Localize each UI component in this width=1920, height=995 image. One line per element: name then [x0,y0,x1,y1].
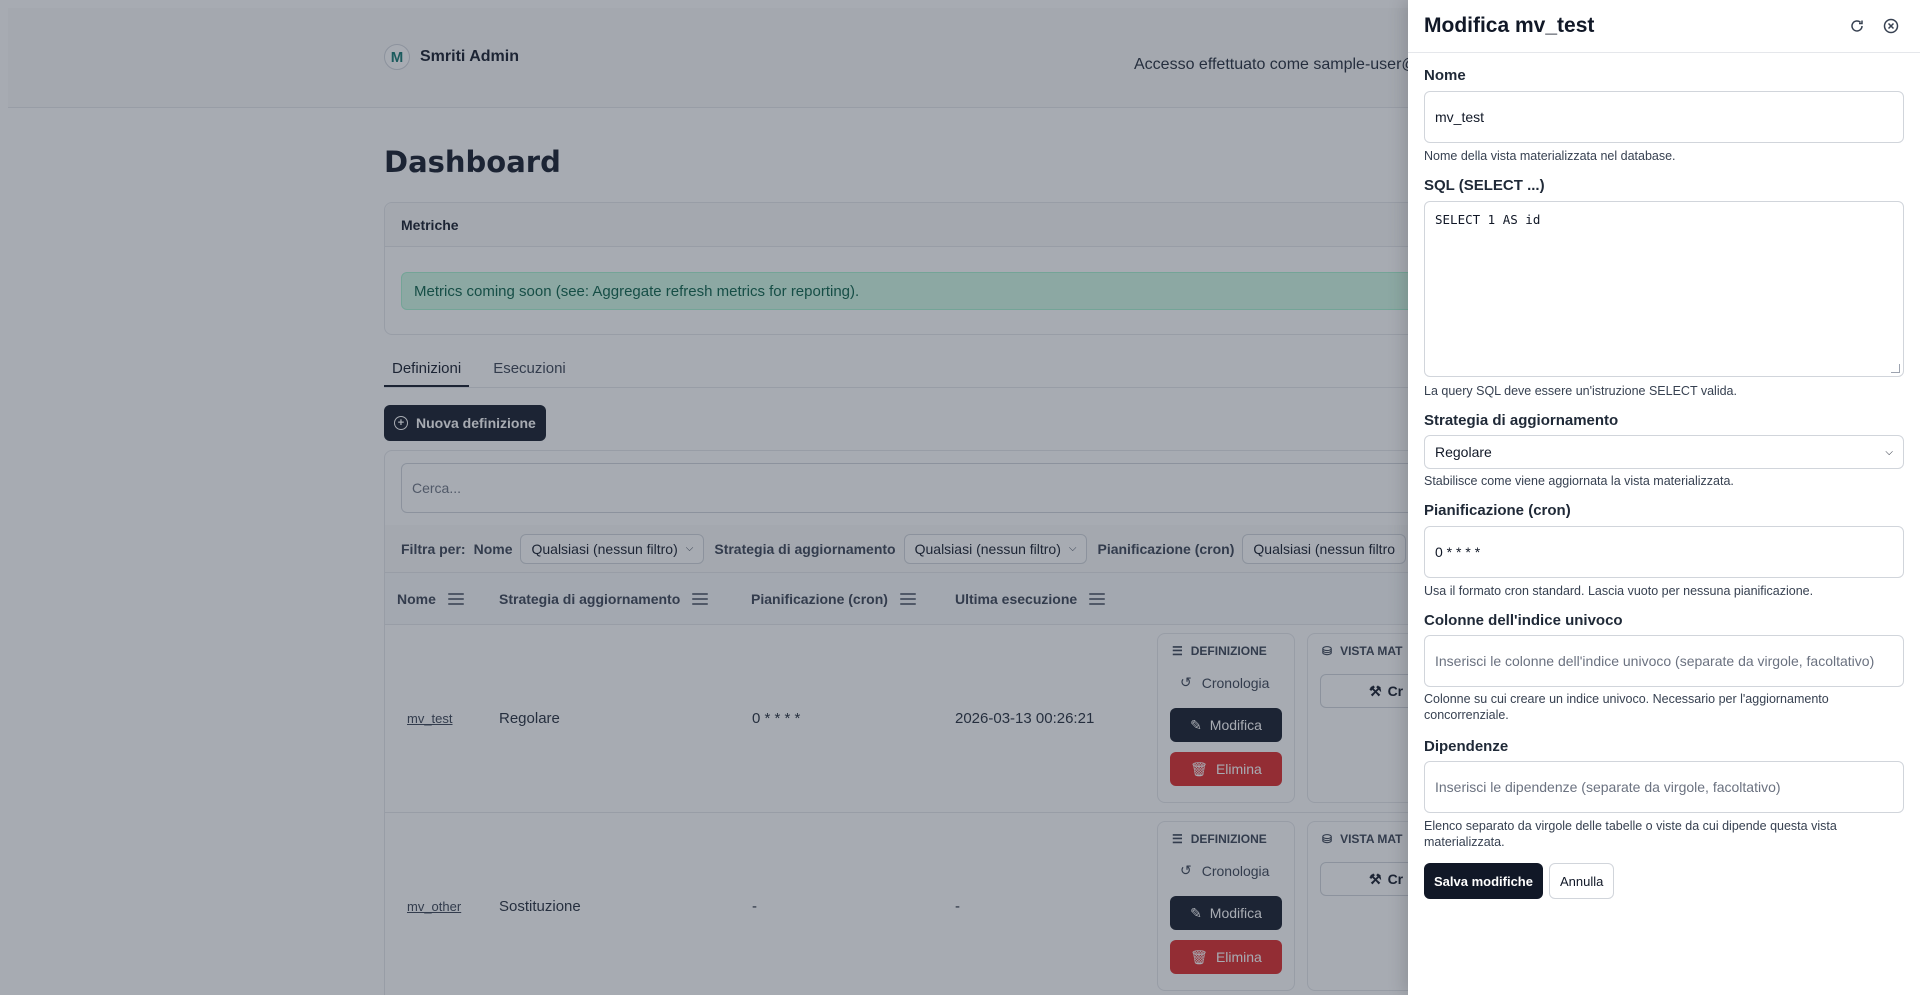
unique-columns-help: Colonne su cui creare un indice univoco.… [1424,692,1829,722]
refresh-icon[interactable] [1848,17,1866,35]
strategy-value: Regolare [1435,444,1492,460]
drawer-header: Modifica mv_test [1408,0,1920,53]
cron-field[interactable]: 0 * * * * [1424,526,1904,578]
dependencies-help: Elenco separato da virgole delle tabelle… [1424,819,1837,849]
edit-drawer: Modifica mv_test Nome mv_test Nome della… [1408,0,1920,995]
cron-label: Pianificazione (cron) [1424,502,1571,519]
unique-columns-label: Colonne dell'indice univoco [1424,612,1623,629]
dependencies-label: Dipendenze [1424,738,1509,755]
chevron-down-icon: ⌵ [1885,446,1893,458]
cron-help: Usa il formato cron standard. Lascia vuo… [1424,584,1814,598]
sql-textarea[interactable]: SELECT 1 AS id [1424,201,1904,377]
strategy-select[interactable]: Regolare ⌵ [1424,435,1904,469]
cancel-button[interactable]: Annulla [1549,863,1615,899]
name-field[interactable]: mv_test [1424,91,1904,143]
sql-value: SELECT 1 AS id [1435,212,1541,227]
unique-columns-field[interactable]: Inserisci le colonne dell'indice univoco… [1424,635,1904,687]
resize-handle-icon[interactable] [1891,364,1900,373]
name-help: Nome della vista materializzata nel data… [1424,149,1676,163]
dependencies-field[interactable]: Inserisci le dipendenze (separate da vir… [1424,761,1904,813]
strategy-label: Strategia di aggiornamento [1424,412,1619,429]
save-button[interactable]: Salva modifiche [1424,863,1543,899]
drawer-title: Modifica mv_test [1424,14,1595,37]
sql-help: La query SQL deve essere un'istruzione S… [1424,384,1737,398]
close-icon[interactable] [1882,17,1900,35]
name-label: Nome [1424,67,1466,84]
strategy-help: Stabilisce come viene aggiornata la vist… [1424,474,1734,488]
sql-label: SQL (SELECT ...) [1424,177,1545,194]
